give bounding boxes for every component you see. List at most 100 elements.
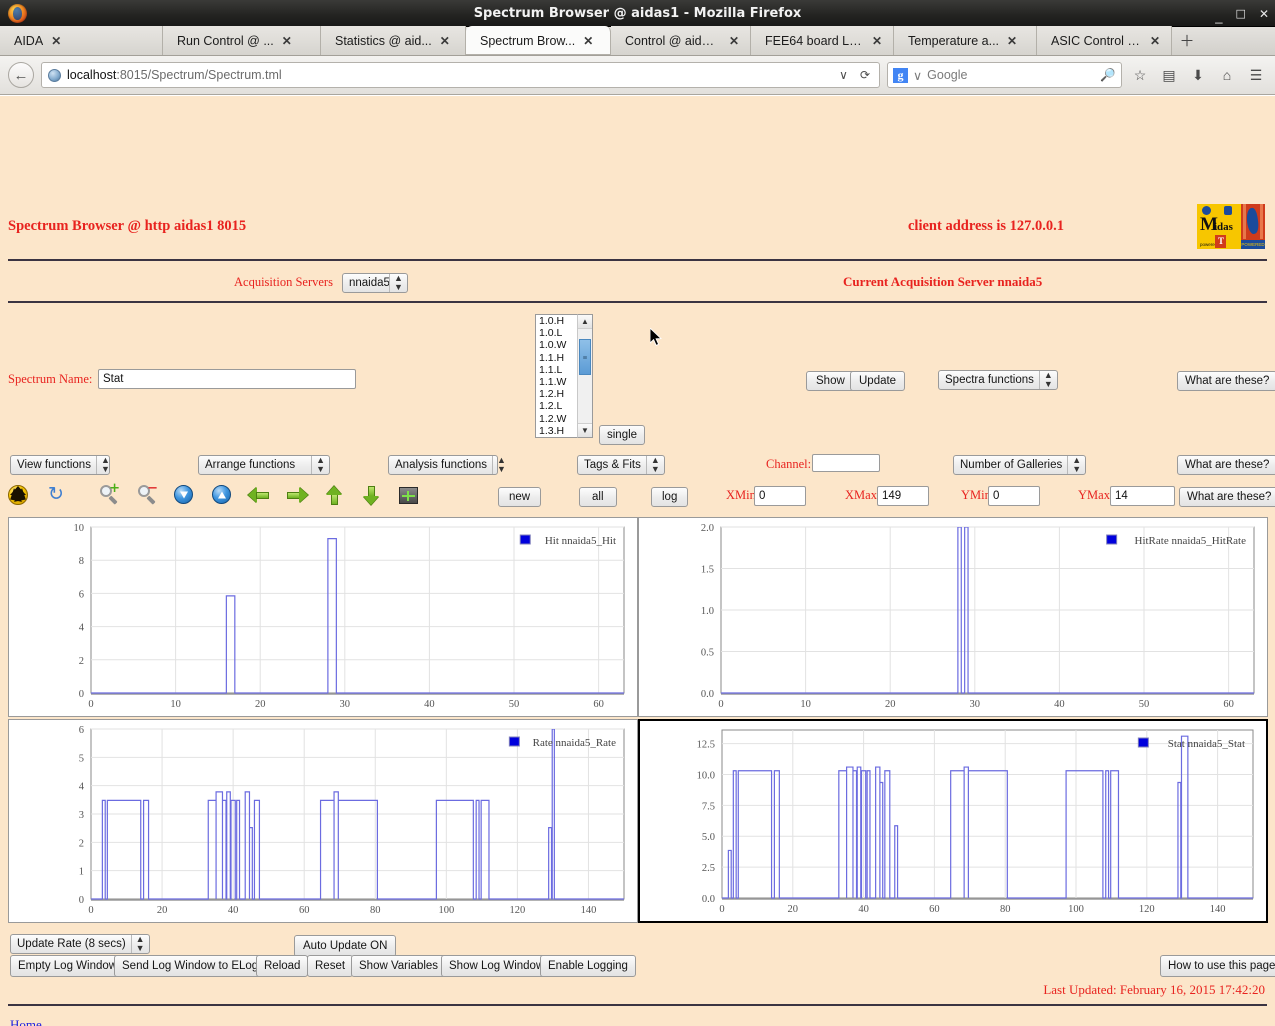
- tab-close-icon[interactable]: ✕: [438, 34, 452, 48]
- enable-logging-button[interactable]: Enable Logging: [540, 955, 636, 977]
- midas-logo-idas: idas: [1214, 221, 1233, 233]
- tab-aida[interactable]: AIDA ✕: [0, 26, 163, 55]
- tab-run-control[interactable]: Run Control @ ... ✕: [163, 26, 321, 55]
- back-button-icon[interactable]: ←: [8, 62, 34, 88]
- minimize-button[interactable]: _: [1215, 10, 1222, 23]
- ymax-input[interactable]: 14: [1110, 486, 1175, 506]
- ymin-input[interactable]: 0: [988, 486, 1040, 506]
- x-tick-label: 10: [800, 699, 811, 710]
- scroll-down-icon[interactable]: ▼: [578, 423, 592, 437]
- client-address: client address is 127.0.0.1: [908, 218, 1065, 234]
- show-variables-button[interactable]: Show Variables: [351, 955, 447, 977]
- channel-input[interactable]: [812, 454, 880, 472]
- chart-panel-rate[interactable]: 0 1 2 3 4 5 6 0 20 40 60 80 100 120 140 Rate nnaida5_Ra…: [8, 719, 638, 923]
- tcl-powered-logo: POWERED: [1241, 204, 1265, 249]
- what-are-these-button-1[interactable]: What are these?: [1177, 371, 1275, 391]
- view-functions-select[interactable]: View functions ▲ ▼: [10, 455, 110, 475]
- close-button[interactable]: ✕: [1259, 8, 1269, 20]
- x-tick-label: 10: [170, 699, 181, 710]
- tab-close-icon[interactable]: ✕: [49, 34, 63, 48]
- acquisition-server-select[interactable]: nnaida5 ▲ ▼: [342, 273, 408, 293]
- reload-button[interactable]: Reload: [256, 955, 309, 977]
- xmax-input[interactable]: 149: [877, 486, 929, 506]
- empty-log-window-button[interactable]: Empty Log Window: [10, 955, 126, 977]
- tab-close-icon[interactable]: ✕: [727, 34, 741, 48]
- tab-close-icon[interactable]: ✕: [870, 34, 884, 48]
- number-of-galleries-select[interactable]: Number of Galleries ▲ ▼: [953, 455, 1087, 475]
- home-icon[interactable]: ⌂: [1216, 64, 1238, 86]
- tab-statistics[interactable]: Statistics @ aid... ✕: [321, 26, 466, 55]
- update-rate-select[interactable]: Update Rate (8 secs) ▲ ▼: [10, 934, 150, 954]
- refresh-icon[interactable]: ↻: [46, 484, 68, 506]
- spectrum-name-input[interactable]: Stat: [98, 369, 356, 389]
- chevron-down-icon[interactable]: ∨: [836, 68, 851, 82]
- midas-logo-dot-right: [1224, 206, 1232, 215]
- tab-spectrum-browser[interactable]: Spectrum Brow... ✕: [466, 26, 611, 55]
- zoom-out-icon[interactable]: −: [137, 482, 159, 506]
- search-bar[interactable]: g ∨ Google 🔎: [887, 62, 1122, 88]
- x-tick-label: 140: [581, 905, 597, 916]
- arrow-left-icon[interactable]: [248, 486, 270, 508]
- show-button[interactable]: Show: [806, 371, 855, 391]
- what-are-these-button-3[interactable]: What are these?: [1179, 487, 1275, 507]
- arrange-functions-select[interactable]: Arrange functions ▲ ▼: [198, 455, 330, 475]
- chevron-down-icon[interactable]: ∨: [913, 68, 922, 83]
- expand-down-icon[interactable]: [174, 485, 196, 507]
- expand-up-icon[interactable]: [212, 485, 234, 507]
- auto-update-button[interactable]: Auto Update ON: [294, 935, 397, 957]
- chart-panel-hit[interactable]: 0 2 4 6 8 10 0 10 20 30 40 50 60 Hit nnaida5_Hit: [8, 517, 638, 717]
- arrow-up-icon[interactable]: [324, 486, 346, 508]
- downloads-icon[interactable]: ⬇: [1187, 64, 1209, 86]
- what-are-these-button-2[interactable]: What are these?: [1177, 455, 1275, 475]
- arrow-right-icon[interactable]: [286, 486, 308, 508]
- spectrum-list-scrollbar[interactable]: ▲ ≡ ▼: [577, 314, 593, 438]
- chart-legend-marker: [1106, 534, 1118, 545]
- reload-icon[interactable]: ⟳: [857, 68, 873, 82]
- new-button[interactable]: new: [498, 487, 542, 507]
- bookmark-star-icon[interactable]: ☆: [1129, 64, 1151, 86]
- tab-close-icon[interactable]: ✕: [1005, 34, 1019, 48]
- update-button[interactable]: Update: [850, 371, 906, 391]
- home-link[interactable]: Home: [10, 1017, 42, 1026]
- spectra-functions-select[interactable]: Spectra functions ▲ ▼: [938, 370, 1058, 390]
- scrollbar-thumb[interactable]: ≡: [579, 339, 591, 375]
- log-button[interactable]: log: [651, 487, 689, 507]
- tab-temperature[interactable]: Temperature a... ✕: [894, 26, 1037, 55]
- new-tab-button[interactable]: ＋: [1172, 26, 1202, 55]
- y-tick-label: 2: [79, 838, 84, 849]
- xmin-input[interactable]: 0: [754, 486, 806, 506]
- search-glass-icon[interactable]: 🔎: [1100, 68, 1116, 83]
- send-log-to-elog-button[interactable]: Send Log Window to ELog: [114, 955, 267, 977]
- scroll-up-icon[interactable]: ▲: [578, 315, 592, 329]
- tab-close-icon[interactable]: ✕: [1148, 34, 1162, 48]
- arrow-down-icon[interactable]: [361, 486, 383, 508]
- x-tick-label: 0: [719, 904, 724, 915]
- tab-close-icon[interactable]: ✕: [581, 34, 595, 48]
- tcl-stripe: [1243, 204, 1246, 239]
- menu-icon[interactable]: ☰: [1245, 64, 1267, 86]
- chart-panel-stat[interactable]: 0.0 2.5 5.0 7.5 10.0 12.5 0 20 40 60 80 100 120 140 St…: [638, 719, 1268, 923]
- x-tick-label: 120: [510, 905, 526, 916]
- tags-fits-select[interactable]: Tags & Fits ▲ ▼: [577, 455, 665, 475]
- how-to-use-button[interactable]: How to use this page: [1160, 955, 1275, 977]
- single-button[interactable]: single: [599, 425, 646, 445]
- tab-fee64-board[interactable]: FEE64 board La... ✕: [751, 26, 894, 55]
- analysis-functions-select[interactable]: Analysis functions ▲ ▼: [388, 455, 506, 475]
- show-log-window-button[interactable]: Show Log Window: [441, 955, 553, 977]
- arrange-functions-value: Arrange functions: [205, 458, 296, 471]
- number-of-galleries-value: Number of Galleries: [960, 458, 1063, 471]
- tab-close-icon[interactable]: ✕: [280, 34, 294, 48]
- all-button[interactable]: all: [579, 487, 617, 507]
- url-bar[interactable]: localhost:8015/Spectrum/Spectrum.tml ∨ ⟳: [41, 62, 880, 88]
- reader-mode-icon[interactable]: ▤: [1158, 64, 1180, 86]
- display-icon[interactable]: [399, 487, 421, 509]
- tab-control[interactable]: Control @ aidas1 ✕: [611, 26, 751, 55]
- chart-panel-hitrate[interactable]: 0.0 0.5 1.0 1.5 2.0 0 10 20 30 40 50 60 HitRate nnai…: [638, 517, 1268, 717]
- tab-asic-control[interactable]: ASIC Control @... ✕: [1037, 26, 1172, 55]
- reset-button[interactable]: Reset: [307, 955, 354, 977]
- y-tick-label: 4: [79, 623, 85, 634]
- chart-hit: 0 2 4 6 8 10 0 10 20 30 40 50 60 Hit nnaida5_Hit: [74, 523, 625, 710]
- zoom-in-icon[interactable]: +: [99, 482, 121, 506]
- maximize-button[interactable]: □: [1236, 8, 1246, 19]
- radioactive-icon[interactable]: [8, 485, 30, 507]
